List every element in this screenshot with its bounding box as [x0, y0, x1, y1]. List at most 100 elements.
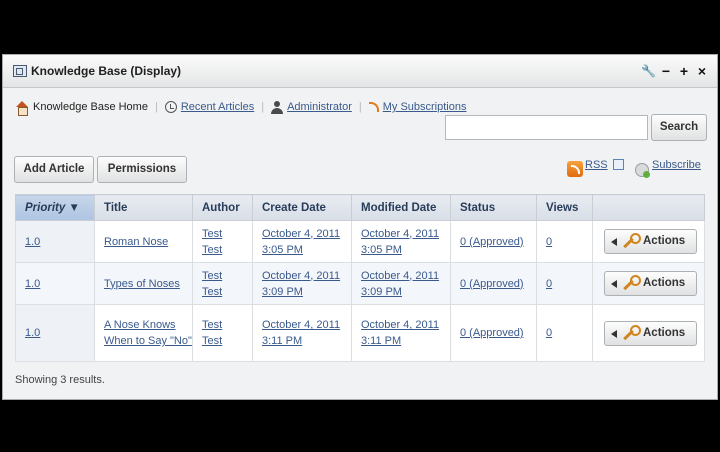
- title-link[interactable]: A Nose Knows When to Say "No": [104, 319, 192, 347]
- views-link[interactable]: 0: [546, 327, 552, 339]
- create-time-link[interactable]: 3:11 PM: [262, 335, 302, 347]
- actions-label: Actions: [643, 235, 686, 247]
- table-row: 1.0 Types of Noses Test Test October 4, 2…: [15, 262, 705, 305]
- title-link[interactable]: Types of Noses: [104, 278, 180, 290]
- portlet-title: Knowledge Base (Display): [31, 64, 182, 78]
- create-date-link[interactable]: October 4, 2011: [262, 228, 340, 240]
- arrow-left-icon: [611, 280, 617, 288]
- title-cell: A Nose Knows When to Say "No": [94, 304, 193, 362]
- actions-cell: Actions: [592, 262, 705, 305]
- nav-separator: |: [358, 101, 362, 113]
- column-header-actions: [592, 194, 705, 221]
- views-cell: 0: [536, 304, 593, 362]
- priority-link[interactable]: 1.0: [25, 236, 40, 248]
- title-link[interactable]: Roman Nose: [104, 236, 168, 248]
- nav-home[interactable]: Knowledge Base Home: [33, 101, 148, 113]
- maximize-icon[interactable]: +: [677, 63, 691, 79]
- external-link-icon: [613, 159, 624, 170]
- author-link[interactable]: Test: [202, 319, 222, 331]
- arrow-left-icon: [611, 238, 617, 246]
- portlet-icon: [13, 65, 27, 77]
- priority-link[interactable]: 1.0: [25, 278, 40, 290]
- search-input[interactable]: [445, 115, 648, 140]
- modified-date-cell: October 4, 2011 3:11 PM: [351, 304, 451, 362]
- kb-nav: Knowledge Base Home | Recent Articles | …: [15, 99, 467, 116]
- actions-button[interactable]: Actions: [604, 229, 697, 254]
- status-link[interactable]: 0 (Approved): [460, 327, 524, 339]
- add-article-button[interactable]: Add Article: [14, 156, 94, 183]
- create-date-cell: October 4, 2011 3:05 PM: [252, 220, 352, 263]
- table-header-row: Priority ▼ Title Author Create Date Modi…: [15, 194, 705, 221]
- permissions-button[interactable]: Permissions: [97, 156, 187, 183]
- actions-cell: Actions: [592, 220, 705, 263]
- modified-date-cell: October 4, 2011 3:05 PM: [351, 220, 451, 263]
- actions-button[interactable]: Actions: [604, 320, 697, 346]
- subscribe-link[interactable]: Subscribe: [652, 159, 701, 171]
- author-link[interactable]: Test: [202, 286, 222, 298]
- nav-my-subscriptions[interactable]: My Subscriptions: [383, 101, 467, 113]
- author-link[interactable]: Test: [202, 244, 222, 256]
- column-header-modified-date[interactable]: Modified Date: [351, 194, 451, 221]
- results-count: Showing 3 results.: [15, 374, 105, 386]
- minimize-icon[interactable]: −: [659, 63, 673, 79]
- wrench-icon[interactable]: 🔧: [641, 63, 656, 79]
- column-header-create-date[interactable]: Create Date: [252, 194, 352, 221]
- create-date-cell: October 4, 2011 3:09 PM: [252, 262, 352, 305]
- create-date-cell: October 4, 2011 3:11 PM: [252, 304, 352, 362]
- status-link[interactable]: 0 (Approved): [460, 236, 524, 248]
- author-cell: Test Test: [192, 262, 253, 305]
- status-link[interactable]: 0 (Approved): [460, 278, 524, 290]
- modified-time-link[interactable]: 3:11 PM: [361, 335, 401, 347]
- create-time-link[interactable]: 3:09 PM: [262, 286, 303, 298]
- clock-icon: [164, 101, 177, 113]
- modified-date-link[interactable]: October 4, 2011: [361, 270, 439, 282]
- wrench-icon: [625, 275, 641, 290]
- create-date-link[interactable]: October 4, 2011: [262, 270, 340, 282]
- status-cell: 0 (Approved): [450, 262, 537, 305]
- author-cell: Test Test: [192, 220, 253, 263]
- actions-button[interactable]: Actions: [604, 271, 697, 296]
- modified-date-link[interactable]: October 4, 2011: [361, 228, 439, 240]
- portlet-titlebar: Knowledge Base (Display) 🔧 − + ×: [3, 55, 717, 88]
- nav-recent-articles[interactable]: Recent Articles: [181, 101, 254, 113]
- search-button[interactable]: Search: [651, 114, 707, 141]
- modified-time-link[interactable]: 3:09 PM: [361, 286, 402, 298]
- status-cell: 0 (Approved): [450, 304, 537, 362]
- column-header-priority[interactable]: Priority ▼: [15, 194, 95, 221]
- modified-time-link[interactable]: 3:05 PM: [361, 244, 402, 256]
- views-link[interactable]: 0: [546, 278, 552, 290]
- articles-table: Priority ▼ Title Author Create Date Modi…: [15, 194, 705, 362]
- actions-cell: Actions: [592, 304, 705, 362]
- modified-date-cell: October 4, 2011 3:09 PM: [351, 262, 451, 305]
- nav-separator: |: [261, 101, 265, 113]
- author-cell: Test Test: [192, 304, 253, 362]
- column-header-status[interactable]: Status: [450, 194, 537, 221]
- title-cell: Types of Noses: [94, 262, 193, 305]
- views-cell: 0: [536, 262, 593, 305]
- author-link[interactable]: Test: [202, 335, 222, 347]
- column-header-title[interactable]: Title: [94, 194, 193, 221]
- create-date-link[interactable]: October 4, 2011: [262, 319, 340, 331]
- nav-administrator[interactable]: Administrator: [287, 101, 352, 113]
- priority-link[interactable]: 1.0: [25, 327, 40, 339]
- rss-icon: [368, 102, 379, 112]
- column-header-views[interactable]: Views: [536, 194, 593, 221]
- priority-cell: 1.0: [15, 262, 95, 305]
- author-link[interactable]: Test: [202, 270, 222, 282]
- actions-label: Actions: [643, 326, 686, 339]
- modified-date-link[interactable]: October 4, 2011: [361, 319, 439, 331]
- knowledge-base-portlet: Knowledge Base (Display) 🔧 − + × Knowled…: [2, 54, 718, 400]
- table-row: 1.0 A Nose Knows When to Say "No" Test Te…: [15, 304, 705, 362]
- close-icon[interactable]: ×: [695, 63, 709, 79]
- user-icon: [271, 100, 284, 114]
- subscribe-icon: [635, 163, 650, 178]
- create-time-link[interactable]: 3:05 PM: [262, 244, 303, 256]
- status-cell: 0 (Approved): [450, 220, 537, 263]
- column-header-author[interactable]: Author: [192, 194, 253, 221]
- views-link[interactable]: 0: [546, 236, 552, 248]
- author-link[interactable]: Test: [202, 228, 222, 240]
- rss-link[interactable]: RSS: [585, 159, 608, 171]
- arrow-left-icon: [611, 329, 617, 338]
- rss-feed-icon[interactable]: [567, 161, 583, 177]
- actions-label: Actions: [643, 277, 686, 289]
